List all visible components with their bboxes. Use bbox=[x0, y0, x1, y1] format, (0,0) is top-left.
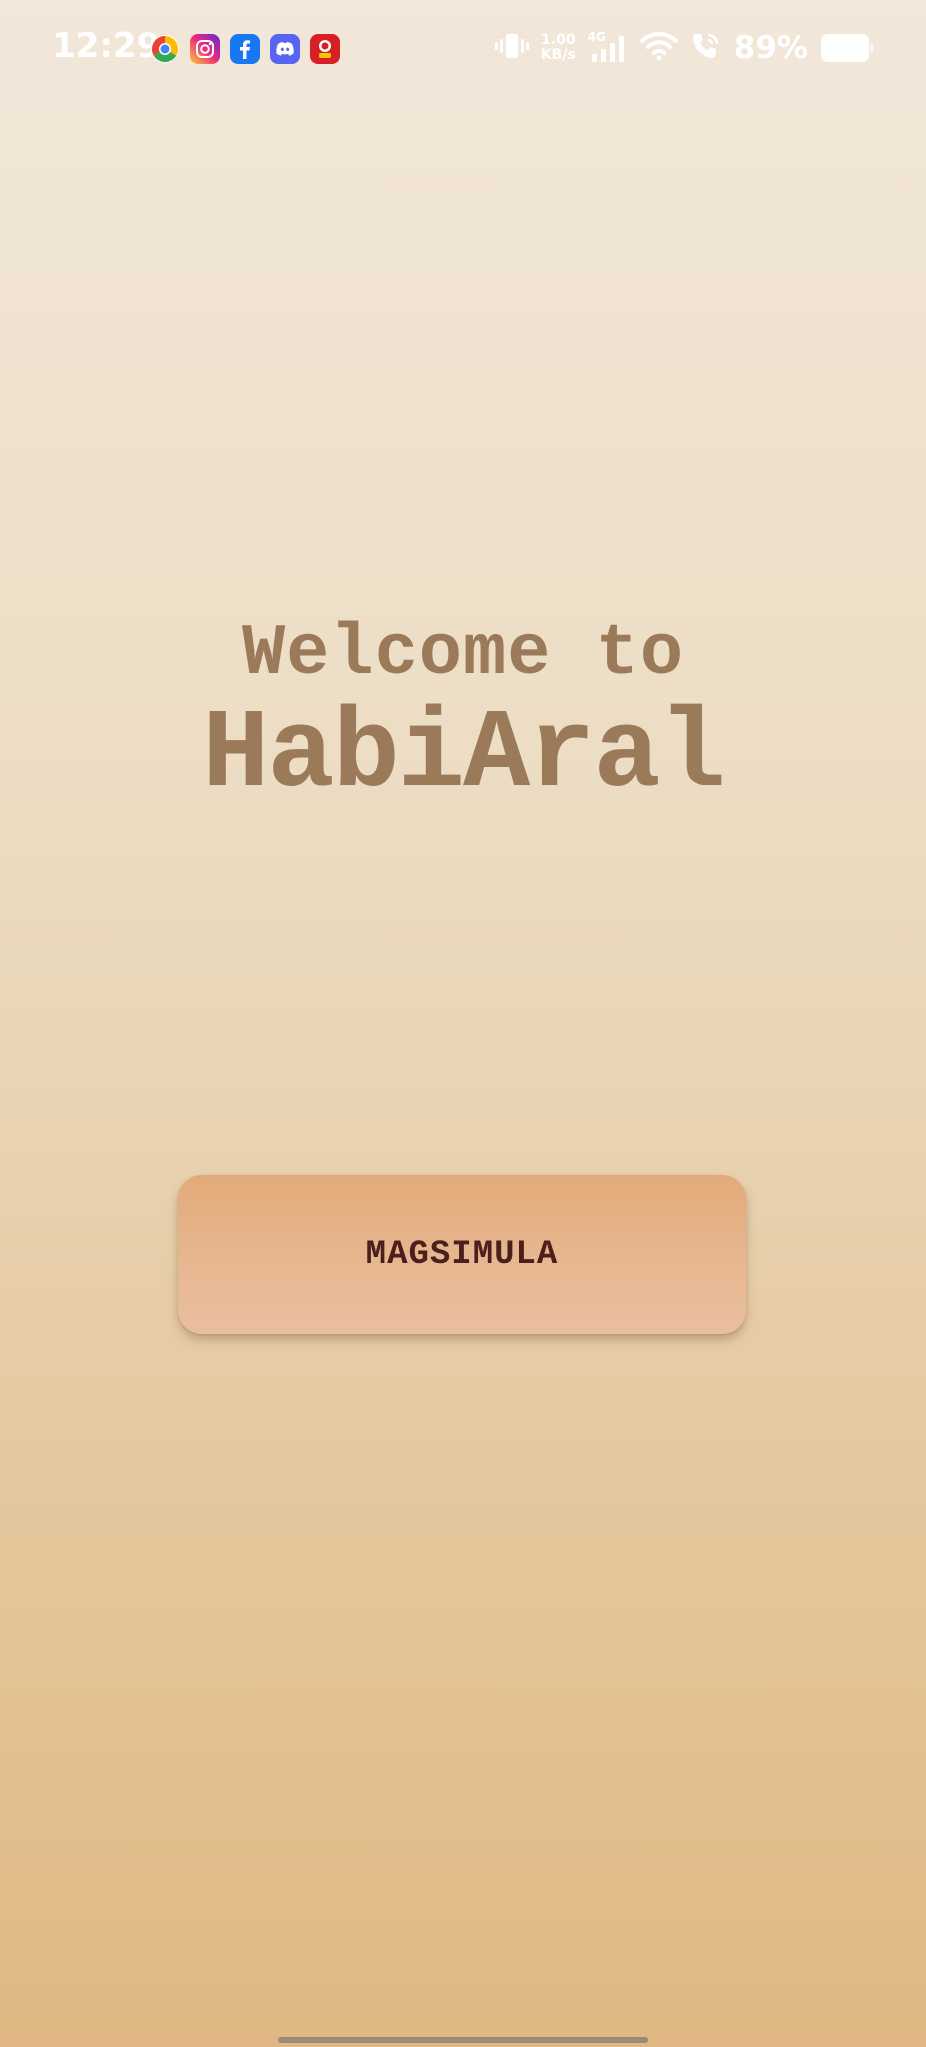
start-button[interactable]: MAGSIMULA bbox=[178, 1175, 746, 1334]
system-status: 1.00 KB/s 4G 89% bbox=[494, 30, 874, 66]
battery-percent: 89% bbox=[733, 30, 808, 66]
network-speed-value: 1.00 bbox=[541, 32, 576, 48]
vibrate-icon bbox=[494, 31, 529, 66]
instagram-icon bbox=[190, 34, 220, 64]
welcome-heading: Welcome to HabiAral bbox=[0, 612, 926, 816]
game-app-icon bbox=[310, 34, 340, 64]
volte-call-icon bbox=[690, 31, 722, 66]
network-speed-unit: KB/s bbox=[540, 47, 576, 63]
status-time: 12:29 bbox=[52, 26, 161, 66]
app-name-title: HabiAral bbox=[202, 692, 726, 819]
chrome-icon bbox=[150, 34, 180, 64]
battery-icon bbox=[820, 33, 874, 63]
signal-bars-icon bbox=[591, 36, 624, 62]
facebook-icon bbox=[230, 34, 260, 64]
welcome-text: Welcome to bbox=[241, 613, 685, 695]
gesture-nav-bar[interactable] bbox=[278, 2037, 648, 2043]
start-button-label: MAGSIMULA bbox=[365, 1235, 559, 1274]
notification-icons bbox=[150, 34, 340, 64]
wifi-icon bbox=[639, 31, 678, 66]
network-speed: 1.00 KB/s bbox=[541, 33, 576, 63]
cellular-signal: 4G bbox=[588, 30, 628, 64]
discord-icon bbox=[270, 34, 300, 64]
status-bar: 12:29 1.00 KB/s 4G 89% bbox=[0, 0, 926, 100]
